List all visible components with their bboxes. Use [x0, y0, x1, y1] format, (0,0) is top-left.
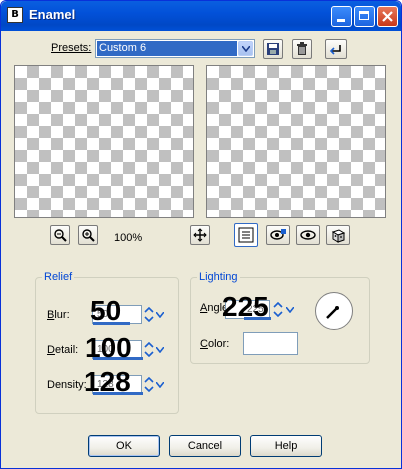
detail-spin-arrows[interactable] [143, 340, 155, 359]
reset-icon [329, 45, 341, 55]
auto-proof-icon [270, 229, 286, 240]
app-icon: B [7, 7, 23, 23]
blur-label: Blur: [47, 309, 70, 321]
close-icon [382, 11, 393, 22]
angle-spin-arrows[interactable] [272, 300, 284, 319]
spin-arrows-icon [144, 342, 154, 357]
color-label-rest: olor: [207, 338, 230, 350]
color-label: Color: [200, 338, 229, 350]
color-swatch[interactable] [243, 332, 298, 355]
help-button[interactable]: Help [250, 435, 322, 457]
cancel-button[interactable]: Cancel [169, 435, 241, 457]
title-bar[interactable]: B Enamel [1, 1, 401, 31]
zoom-in-icon [82, 229, 95, 242]
zoom-out-icon [54, 229, 67, 242]
ok-button[interactable]: OK [88, 435, 160, 457]
angle-value-overlay: 225 [222, 291, 269, 322]
enamel-dialog: B Enamel Presets: Custom 6 100% Relief B… [0, 0, 402, 469]
angle-needle-icon [326, 306, 339, 319]
presets-dropdown-button[interactable] [238, 41, 253, 56]
eye-icon [300, 230, 316, 240]
presets-value: Custom 6 [97, 41, 237, 56]
after-preview[interactable] [206, 65, 386, 218]
proof-toggle-icon [238, 227, 254, 243]
spin-arrows-icon [144, 307, 154, 322]
window-title: Enamel [29, 7, 76, 22]
detail-value-overlay: 100 [85, 332, 132, 363]
lighting-group-title: Lighting [197, 271, 240, 283]
angle-dial[interactable] [315, 292, 353, 330]
reset-button[interactable] [325, 39, 347, 59]
chevron-down-icon [242, 46, 250, 52]
detail-label: Detail: [47, 344, 78, 356]
close-button[interactable] [377, 6, 398, 27]
color-label-mnemonic: C [200, 338, 208, 350]
minimize-button[interactable] [331, 6, 352, 27]
presets-select[interactable]: Custom 6 [95, 39, 255, 58]
maximize-button[interactable] [354, 6, 375, 27]
save-preset-button[interactable] [263, 39, 283, 59]
randomize-button[interactable] [326, 225, 350, 245]
relief-group-title: Relief [42, 271, 75, 283]
zoom-level: 100% [114, 232, 143, 244]
chevron-down-icon [156, 347, 164, 353]
density-label: Density: [47, 379, 87, 391]
blur-spin-arrows[interactable] [143, 305, 155, 324]
visibility-button[interactable] [296, 225, 320, 245]
zoom-out-button[interactable] [50, 225, 70, 245]
pan-button[interactable] [190, 225, 210, 245]
dice-icon [331, 229, 346, 243]
chevron-down-icon [156, 312, 164, 318]
presets-label-text: Presets: [51, 42, 92, 54]
chevron-down-icon [156, 382, 164, 388]
detail-label-rest: etail: [54, 344, 79, 356]
detail-dropdown[interactable] [155, 342, 165, 357]
blur-dropdown[interactable] [155, 307, 165, 322]
auto-proof-button[interactable] [266, 225, 290, 245]
delete-preset-button[interactable] [292, 39, 312, 59]
save-preset-icon [267, 43, 279, 55]
detail-label-mnemonic: D [47, 344, 55, 356]
pan-icon [193, 228, 207, 242]
blur-value-overlay: 50 [90, 295, 122, 326]
density-dropdown[interactable] [155, 377, 165, 392]
spin-arrows-icon [144, 377, 154, 392]
zoom-in-button[interactable] [78, 225, 98, 245]
blur-label-rest: lur: [54, 309, 70, 321]
angle-dropdown[interactable] [285, 302, 295, 317]
before-preview[interactable] [14, 65, 194, 218]
density-spin-arrows[interactable] [143, 375, 155, 394]
delete-preset-icon [297, 42, 307, 55]
chevron-down-icon [286, 307, 294, 313]
presets-label: Presets: [51, 42, 91, 54]
spin-arrows-icon [273, 302, 283, 317]
proof-toggle-button[interactable] [234, 223, 258, 247]
density-value-overlay: 128 [84, 366, 131, 397]
